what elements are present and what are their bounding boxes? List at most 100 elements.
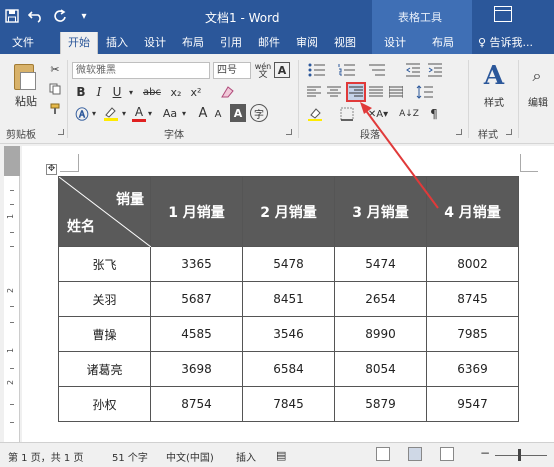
editing-button[interactable]: 编辑 xyxy=(524,94,552,109)
italic-button[interactable]: I xyxy=(92,84,106,100)
value-cell[interactable]: 3698 xyxy=(150,351,243,387)
font-size-select[interactable]: 四号 xyxy=(213,62,251,79)
name-cell[interactable]: 诸葛亮 xyxy=(58,351,151,387)
macro-record-icon[interactable]: ▤ xyxy=(276,449,286,462)
paste-icon[interactable] xyxy=(10,62,42,92)
underline-dropdown-icon[interactable]: ▾ xyxy=(126,84,136,100)
align-center-icon[interactable] xyxy=(326,84,342,100)
web-layout-icon[interactable] xyxy=(440,447,454,461)
shrink-font-button[interactable]: A xyxy=(212,106,224,122)
phonetic-guide-icon[interactable]: wén 文 xyxy=(254,62,272,79)
diagonal-header-cell[interactable]: 销量 姓名 xyxy=(58,176,151,247)
tab-layout[interactable]: 布局 xyxy=(178,32,208,54)
value-cell[interactable]: 5687 xyxy=(150,281,243,317)
font-name-select[interactable]: 微软雅黑 xyxy=(72,62,210,79)
value-cell[interactable]: 8754 xyxy=(150,386,243,422)
paste-button[interactable]: 粘贴 xyxy=(10,94,42,108)
name-cell[interactable]: 孙权 xyxy=(58,386,151,422)
tab-table-layout[interactable]: 布局 xyxy=(428,32,458,54)
highlight-icon[interactable] xyxy=(102,104,120,122)
value-cell[interactable]: 9547 xyxy=(426,386,519,422)
value-cell[interactable]: 6369 xyxy=(426,351,519,387)
search-icon[interactable]: ⌕ xyxy=(526,64,548,88)
value-cell[interactable]: 5474 xyxy=(334,246,427,282)
shading-icon[interactable] xyxy=(306,106,328,122)
value-cell[interactable]: 2654 xyxy=(334,281,427,317)
value-cell[interactable]: 7985 xyxy=(426,316,519,352)
value-cell[interactable]: 8002 xyxy=(426,246,519,282)
read-mode-icon[interactable] xyxy=(376,447,390,461)
sales-table[interactable]: 销量 姓名 1 月销量 2 月销量 3 月销量 4 月销量 张飞 3365 54… xyxy=(58,176,519,422)
name-cell[interactable]: 张飞 xyxy=(58,246,151,282)
value-cell[interactable]: 4585 xyxy=(150,316,243,352)
value-cell[interactable]: 5478 xyxy=(242,246,335,282)
table-move-handle-icon[interactable]: ✥ xyxy=(46,164,57,175)
print-layout-icon[interactable] xyxy=(408,447,422,461)
column-header[interactable]: 4 月销量 xyxy=(426,176,519,247)
zoom-out-icon[interactable]: − xyxy=(480,446,490,460)
value-cell[interactable]: 3365 xyxy=(150,246,243,282)
subscript-button[interactable]: x₂ xyxy=(168,84,184,100)
value-cell[interactable]: 8745 xyxy=(426,281,519,317)
font-launcher-icon[interactable] xyxy=(286,129,292,135)
value-cell[interactable]: 5879 xyxy=(334,386,427,422)
page-count[interactable]: 第 1 页，共 1 页 xyxy=(8,449,83,464)
tab-review[interactable]: 审阅 xyxy=(292,32,322,54)
undo-icon[interactable] xyxy=(24,0,48,32)
align-left-icon[interactable] xyxy=(306,84,322,100)
tab-insert[interactable]: 插入 xyxy=(102,32,132,54)
value-cell[interactable]: 6584 xyxy=(242,351,335,387)
value-cell[interactable]: 8451 xyxy=(242,281,335,317)
change-case-button[interactable]: Aa xyxy=(160,104,180,122)
tab-design[interactable]: 设计 xyxy=(140,32,170,54)
justify-icon[interactable] xyxy=(368,84,384,100)
line-spacing-icon[interactable] xyxy=(414,84,436,100)
tab-mailings[interactable]: 邮件 xyxy=(254,32,284,54)
enclose-char-button[interactable]: 字 xyxy=(250,104,268,122)
tab-table-design[interactable]: 设计 xyxy=(380,32,410,54)
value-cell[interactable]: 3546 xyxy=(242,316,335,352)
sort-icon[interactable]: A↓Z xyxy=(398,106,420,122)
tab-home[interactable]: 开始 xyxy=(60,32,98,54)
superscript-button[interactable]: x² xyxy=(188,84,204,100)
format-painter-icon[interactable] xyxy=(48,102,62,116)
bullets-icon[interactable] xyxy=(306,62,328,78)
borders-icon[interactable] xyxy=(336,106,358,122)
save-icon[interactable] xyxy=(0,0,24,32)
language-status[interactable]: 中文(中国) xyxy=(166,449,214,464)
decrease-indent-icon[interactable] xyxy=(404,62,422,78)
show-marks-icon[interactable]: ¶ xyxy=(426,106,442,122)
numbering-icon[interactable] xyxy=(336,62,358,78)
zoom-slider-track[interactable] xyxy=(495,455,547,456)
underline-button[interactable]: U xyxy=(110,84,124,100)
styles-icon[interactable]: A xyxy=(478,60,510,92)
word-count[interactable]: 51 个字 xyxy=(112,449,148,464)
font-color-button[interactable]: A xyxy=(132,104,146,122)
multilevel-list-icon[interactable] xyxy=(366,62,388,78)
redo-icon[interactable] xyxy=(48,0,72,32)
char-shading-icon[interactable]: A xyxy=(230,104,246,122)
qat-more-icon[interactable]: ▾ xyxy=(72,0,96,32)
text-effects-icon[interactable]: Ⓐ xyxy=(74,104,90,123)
strikethrough-button[interactable]: abc xyxy=(140,84,164,100)
grow-font-button[interactable]: A xyxy=(196,104,210,122)
text-effects-dropdown-icon[interactable]: ▾ xyxy=(90,104,98,122)
insert-mode[interactable]: 插入 xyxy=(236,449,256,464)
name-cell[interactable]: 曹操 xyxy=(58,316,151,352)
tab-view[interactable]: 视图 xyxy=(330,32,360,54)
zoom-slider-thumb[interactable] xyxy=(518,449,521,461)
value-cell[interactable]: 7845 xyxy=(242,386,335,422)
styles-button[interactable]: 样式 xyxy=(476,94,512,109)
clear-format-icon[interactable] xyxy=(218,84,236,100)
styles-launcher-icon[interactable] xyxy=(506,129,512,135)
ribbon-display-icon[interactable] xyxy=(494,6,512,22)
font-color-dropdown-icon[interactable]: ▾ xyxy=(146,104,154,122)
column-header[interactable]: 2 月销量 xyxy=(242,176,335,247)
value-cell[interactable]: 8054 xyxy=(334,351,427,387)
paragraph-launcher-icon[interactable] xyxy=(456,129,462,135)
char-border-icon[interactable]: A xyxy=(274,62,290,78)
tell-me-box[interactable]: ♀ 告诉我... xyxy=(478,32,550,54)
asian-layout-icon[interactable]: ✕A▾ xyxy=(366,106,390,122)
clipboard-launcher-icon[interactable] xyxy=(58,129,64,135)
tab-file[interactable]: 文件 xyxy=(8,32,38,54)
